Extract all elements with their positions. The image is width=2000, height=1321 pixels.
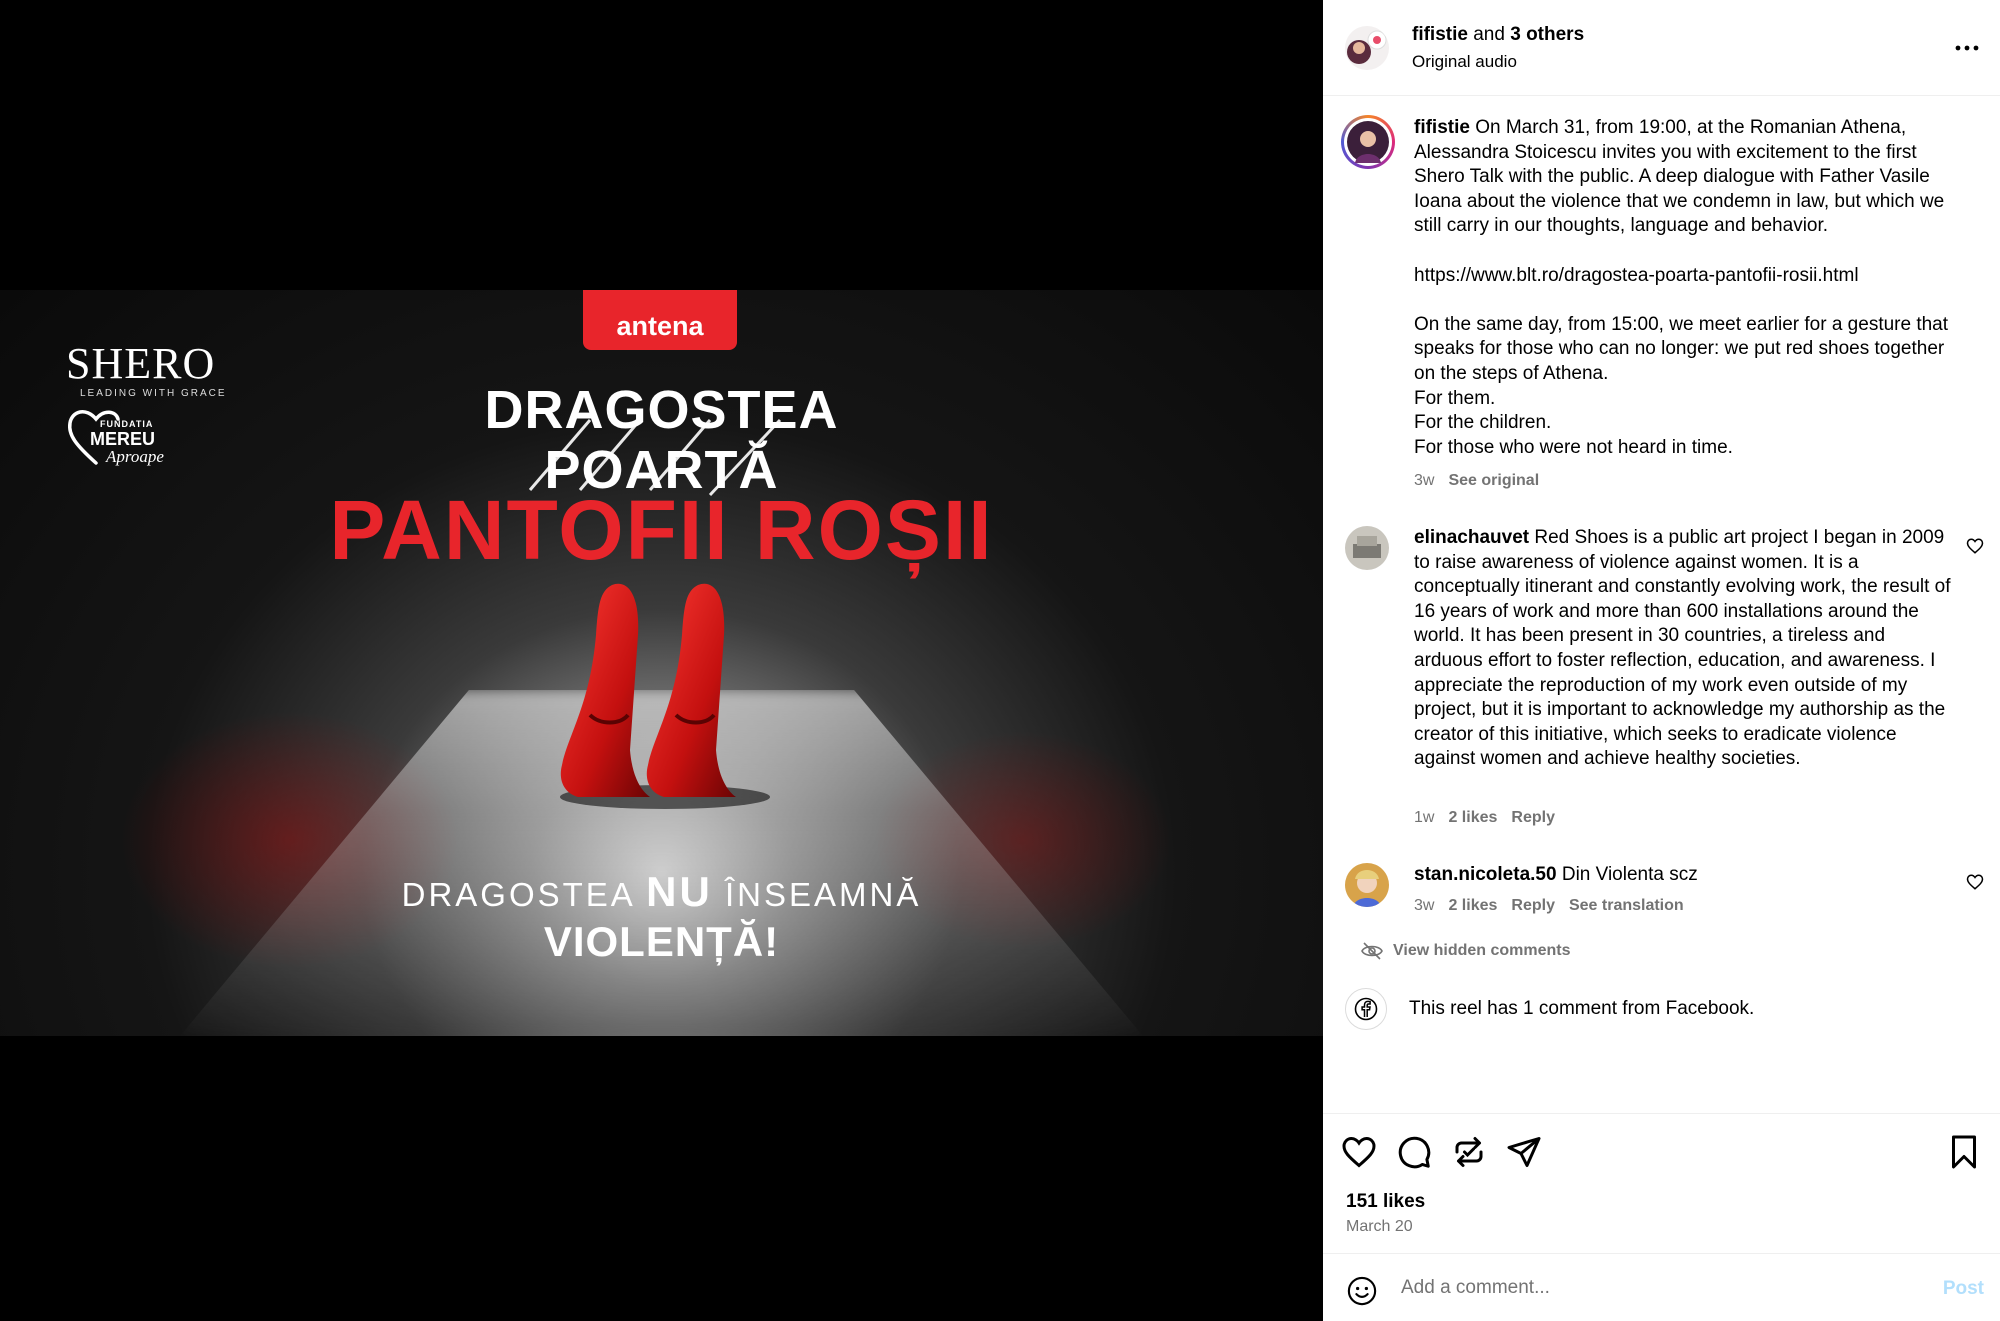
video-title-top: DRAGOSTEA POARTĂ — [0, 380, 1323, 500]
comment-text: stan.nicoleta.50 Din Violenta scz — [1414, 863, 1954, 888]
slogan-line2: VIOLENȚĂ! — [543, 918, 780, 965]
view-hidden-comments-button[interactable]: View hidden comments — [1361, 942, 1571, 960]
comment-body: Din Violenta scz — [1556, 864, 1698, 885]
caption-username[interactable]: fifistie — [1414, 117, 1470, 138]
like-heart-icon[interactable] — [1341, 1134, 1377, 1170]
red-shoes-image — [560, 583, 770, 809]
avatar-image — [1345, 863, 1389, 907]
caption-meta: 3w See original — [1414, 472, 1553, 490]
header-others[interactable]: 3 others — [1510, 24, 1584, 45]
reply-button[interactable]: Reply — [1511, 897, 1555, 914]
facebook-icon — [1345, 988, 1387, 1030]
see-translation-button[interactable]: See translation — [1569, 897, 1684, 914]
comment-meta: 1w 2 likes Reply — [1414, 809, 1569, 827]
post-actions: 151 likes March 20 — [1323, 1113, 2000, 1253]
likes-count[interactable]: 151 likes — [1346, 1191, 1425, 1213]
comment-time[interactable]: 1w — [1414, 809, 1434, 826]
comment-like-heart-icon[interactable] — [1966, 537, 1984, 555]
slogan-bold: NU — [646, 868, 713, 915]
facebook-comment-note: This reel has 1 comment from Facebook. — [1345, 988, 1754, 1030]
comment-likes[interactable]: 2 likes — [1448, 809, 1497, 826]
comment-body: Red Shoes is a public art project I bega… — [1414, 527, 1956, 770]
post-header: fifistie and 3 others Original audio — [1323, 0, 2000, 96]
avatar-image — [1347, 121, 1389, 163]
comment-username[interactable]: stan.nicoleta.50 — [1414, 864, 1557, 885]
reel-video-pane[interactable]: antena SHERO LEADING WITH GRACE FUNDATIA… — [0, 0, 1323, 1321]
comment-meta: 3w 2 likes Reply See translation — [1414, 897, 1698, 915]
repost-icon[interactable] — [1451, 1134, 1487, 1170]
reply-button[interactable]: Reply — [1511, 809, 1555, 826]
add-comment-bar: Post — [1323, 1253, 2000, 1321]
commenter-avatar[interactable] — [1345, 526, 1389, 570]
comment-bubble-icon[interactable] — [1396, 1134, 1432, 1170]
facebook-note-text: This reel has 1 comment from Facebook. — [1409, 998, 1755, 1019]
antena-logo: antena — [583, 290, 737, 350]
comment-like-heart-icon[interactable] — [1966, 873, 1984, 891]
slash-strike-decoration — [528, 418, 782, 497]
post-comment-button[interactable]: Post — [1943, 1278, 1984, 1300]
collab-names: fifistie and 3 others — [1412, 24, 1584, 46]
caption-time[interactable]: 3w — [1414, 472, 1434, 489]
comment-text: elinachauvet Red Shoes is a public art p… — [1414, 526, 1954, 772]
header-avatar[interactable] — [1345, 26, 1389, 70]
caption-avatar-inner — [1344, 118, 1392, 166]
comment-likes[interactable]: 2 likes — [1448, 897, 1497, 914]
avatar-image — [1345, 26, 1389, 70]
caption-body: On March 31, from 19:00, at the Romanian… — [1414, 117, 1949, 458]
emoji-icon[interactable] — [1347, 1276, 1377, 1306]
share-send-icon[interactable] — [1506, 1134, 1542, 1170]
slogan-post: ÎNSEAMNĂ — [712, 876, 922, 913]
slogan-pre: DRAGOSTEA — [401, 876, 647, 913]
hidden-comments-label: View hidden comments — [1393, 942, 1571, 959]
original-audio-link[interactable]: Original audio — [1412, 52, 1517, 72]
video-title-main: PANTOFII ROȘII — [329, 483, 994, 577]
facebook-logo-icon — [1354, 997, 1378, 1021]
post-side-panel: fifistie and 3 others Original audio fif… — [1323, 0, 2000, 1321]
video-slogan: DRAGOSTEA NU ÎNSEAMNĂ VIOLENȚĂ! — [0, 870, 1323, 967]
comment-username[interactable]: elinachauvet — [1414, 527, 1529, 548]
caption-avatar[interactable] — [1341, 115, 1395, 169]
header-and: and — [1467, 24, 1511, 45]
save-bookmark-icon[interactable] — [1946, 1134, 1982, 1170]
eye-slash-icon — [1361, 942, 1383, 960]
post-date[interactable]: March 20 — [1346, 1218, 1413, 1236]
comment-input[interactable] — [1401, 1270, 1881, 1306]
caption-text: fifistie On March 31, from 19:00, at the… — [1414, 116, 1954, 460]
comment-time[interactable]: 3w — [1414, 897, 1434, 914]
commenter-avatar[interactable] — [1345, 863, 1389, 907]
avatar-image — [1345, 526, 1389, 570]
see-original-button[interactable]: See original — [1448, 472, 1539, 489]
reel-video[interactable]: antena SHERO LEADING WITH GRACE FUNDATIA… — [0, 290, 1323, 1036]
more-options-icon[interactable] — [1952, 38, 1982, 58]
slogan-line1: DRAGOSTEA NU ÎNSEAMNĂ — [0, 870, 1323, 917]
header-username[interactable]: fifistie — [1412, 24, 1468, 45]
comments-list[interactable]: fifistie On March 31, from 19:00, at the… — [1323, 96, 2000, 1113]
